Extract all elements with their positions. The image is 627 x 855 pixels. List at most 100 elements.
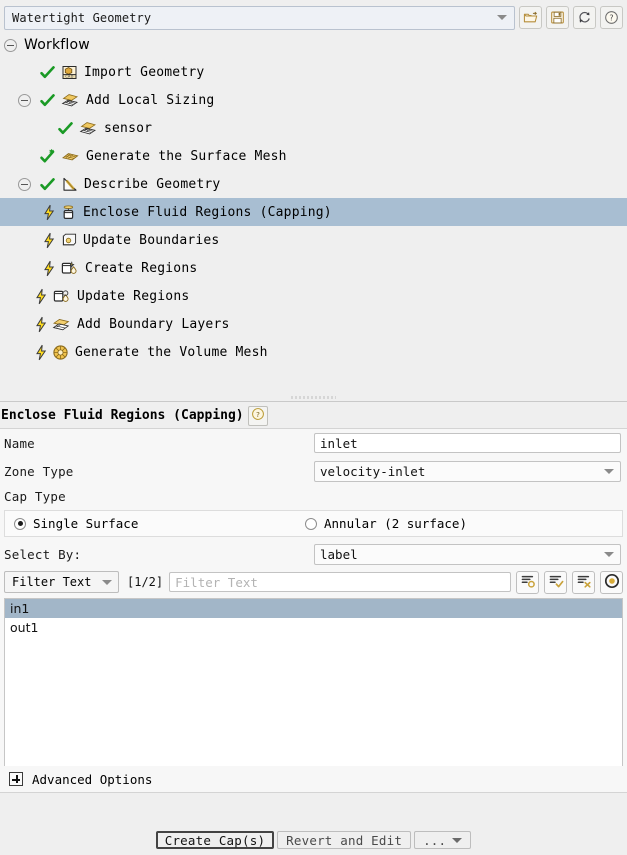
filter-mode-select[interactable]: Filter Text <box>4 571 119 593</box>
select-by-select[interactable]: label <box>314 543 621 565</box>
zone-type-value: velocity-inlet <box>320 463 426 479</box>
chevron-down-icon <box>102 579 112 585</box>
tree-root-label: Workflow <box>24 37 90 53</box>
plus-box-icon[interactable] <box>9 772 23 786</box>
radio-single-surface[interactable]: Single Surface <box>5 516 305 531</box>
collapse-icon[interactable] <box>18 93 31 107</box>
tree-node-update-boundaries[interactable]: Update Boundaries <box>0 226 627 254</box>
tree-node-enclose-fluid-regions[interactable]: Enclose Fluid Regions (Capping) <box>0 198 627 226</box>
collapse-icon[interactable] <box>18 177 31 191</box>
tree-node-label: sensor <box>104 120 153 136</box>
select-by-row: Select By: label <box>0 540 627 568</box>
check-green-icon <box>39 92 56 109</box>
select-by-label: Select By: <box>4 546 82 562</box>
refresh-icon <box>577 10 592 25</box>
tree-node-workflow-root[interactable]: Workflow <box>0 32 627 58</box>
check-green-icon <box>57 120 74 137</box>
collapse-icon[interactable] <box>4 38 17 52</box>
zone-type-select[interactable]: velocity-inlet <box>314 460 621 482</box>
open-workflow-button[interactable] <box>519 6 542 29</box>
help-question-icon: ? <box>604 10 619 25</box>
list-check-icon <box>548 573 564 592</box>
tree-node-label: Add Local Sizing <box>86 92 215 108</box>
workflow-type-value: Watertight Geometry <box>12 10 152 25</box>
tree-node-label: Describe Geometry <box>84 176 221 192</box>
filter-text-input[interactable]: Filter Text <box>169 572 511 592</box>
fluent-watertight-workflow-panel: Watertight Geometry ? Workflow CAD Impor… <box>0 0 627 855</box>
check-green-icon <box>39 64 56 81</box>
radio-label: Single Surface <box>33 516 139 531</box>
workflow-type-select[interactable]: Watertight Geometry <box>4 5 515 30</box>
list-highlight-button[interactable] <box>600 570 623 594</box>
tree-node-add-boundary-layers[interactable]: Add Boundary Layers <box>0 310 627 338</box>
filter-row: Filter Text [1/2] Filter Text <box>0 568 627 594</box>
more-options-button[interactable]: ... <box>414 831 472 849</box>
chevron-down-icon <box>497 15 507 20</box>
page-count-label: [1/2] <box>127 575 164 589</box>
task-footer: Create Cap(s) Revert and Edit ... CFD之道 <box>0 794 627 855</box>
list-clear-button[interactable] <box>572 570 595 594</box>
capping-icon <box>60 204 77 221</box>
tree-node-sensor[interactable]: sensor <box>0 114 627 142</box>
list-select-all-button[interactable] <box>516 570 539 594</box>
radio-annular[interactable]: Annular (2 surface) <box>305 516 467 531</box>
name-row: Name inlet <box>0 429 627 457</box>
reset-workflow-button[interactable] <box>573 6 596 29</box>
revert-and-edit-button[interactable]: Revert and Edit <box>277 831 412 849</box>
create-caps-button[interactable]: Create Cap(s) <box>155 831 275 849</box>
name-input[interactable]: inlet <box>314 433 621 453</box>
tree-node-add-local-sizing[interactable]: Add Local Sizing <box>0 86 627 114</box>
update-regions-icon <box>52 288 71 305</box>
local-sizing-icon <box>79 120 98 137</box>
label-list[interactable]: in1 out1 <box>4 598 623 776</box>
surface-mesh-icon <box>61 148 80 165</box>
boundaries-icon <box>60 232 77 249</box>
radio-dot-icon <box>14 517 26 530</box>
lightning-bolt-icon <box>42 232 57 249</box>
lightning-bolt-icon <box>42 204 57 221</box>
footer-buttons: Create Cap(s) Revert and Edit ... <box>0 831 627 849</box>
boundary-layers-icon <box>52 316 71 333</box>
lightning-bolt-icon <box>34 288 49 305</box>
workflow-tree[interactable]: Workflow CAD Import Geometry Add Local S… <box>0 32 627 397</box>
more-options-label: ... <box>423 832 447 848</box>
cap-type-row: Cap Type <box>0 485 627 507</box>
tree-node-update-regions[interactable]: Update Regions <box>0 282 627 310</box>
advanced-options-label: Advanced Options <box>32 771 153 787</box>
save-workflow-button[interactable] <box>546 6 569 29</box>
cap-type-label: Cap Type <box>4 488 66 504</box>
tree-node-import-geometry[interactable]: CAD Import Geometry <box>0 58 627 86</box>
task-help-button[interactable]: ? <box>247 405 268 426</box>
list-check-button[interactable] <box>544 570 567 594</box>
svg-text:?: ? <box>256 410 260 419</box>
tree-node-label: Generate the Surface Mesh <box>86 148 287 164</box>
open-folder-icon <box>523 10 538 25</box>
advanced-options-row[interactable]: Advanced Options <box>0 766 627 792</box>
tree-node-label: Import Geometry <box>84 64 205 80</box>
cad-import-icon: CAD <box>61 64 78 81</box>
tree-node-create-regions[interactable]: Create Regions <box>0 254 627 282</box>
local-sizing-icon <box>61 92 80 109</box>
radio-label: Annular (2 surface) <box>324 516 467 531</box>
zone-type-row: Zone Type velocity-inlet <box>0 457 627 485</box>
cap-type-options: Single Surface Annular (2 surface) <box>4 510 623 537</box>
task-title: Enclose Fluid Regions (Capping) <box>1 408 244 423</box>
select-by-value: label <box>320 546 358 562</box>
chevron-down-icon <box>604 468 614 474</box>
help-workflow-button[interactable]: ? <box>600 6 623 29</box>
list-item[interactable]: in1 <box>5 599 622 618</box>
svg-text:CAD: CAD <box>65 74 73 78</box>
list-item[interactable]: out1 <box>5 618 622 637</box>
panel-divider <box>0 401 627 402</box>
tree-node-label: Add Boundary Layers <box>77 316 230 332</box>
volume-mesh-icon <box>52 344 69 361</box>
tree-node-generate-volume-mesh[interactable]: Generate the Volume Mesh <box>0 338 627 366</box>
chevron-down-icon <box>604 551 614 557</box>
lightning-bolt-icon <box>34 344 49 361</box>
tree-node-label: Update Regions <box>77 288 190 304</box>
check-green-new-icon <box>39 148 56 165</box>
check-green-icon <box>39 176 56 193</box>
tree-node-describe-geometry[interactable]: Describe Geometry <box>0 170 627 198</box>
create-regions-icon <box>60 260 79 277</box>
tree-node-generate-surface-mesh[interactable]: Generate the Surface Mesh <box>0 142 627 170</box>
